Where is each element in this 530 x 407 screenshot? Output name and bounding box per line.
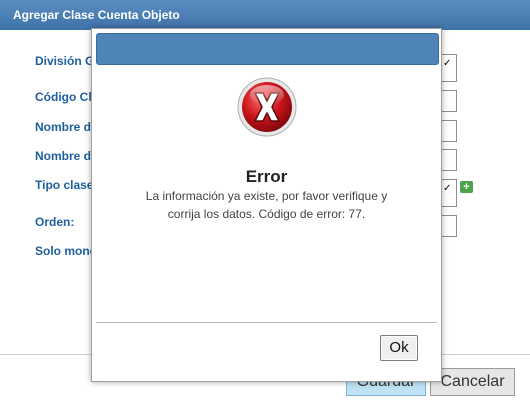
error-dialog: Error La información ya existe, por favo… (91, 28, 442, 382)
error-x-icon (237, 77, 297, 137)
dialog-divider (96, 322, 437, 323)
error-message: La información ya existe, por favor veri… (145, 189, 388, 221)
dialog-header (96, 33, 439, 65)
error-title: Error (245, 167, 288, 186)
ok-button[interactable]: Ok (380, 335, 418, 361)
